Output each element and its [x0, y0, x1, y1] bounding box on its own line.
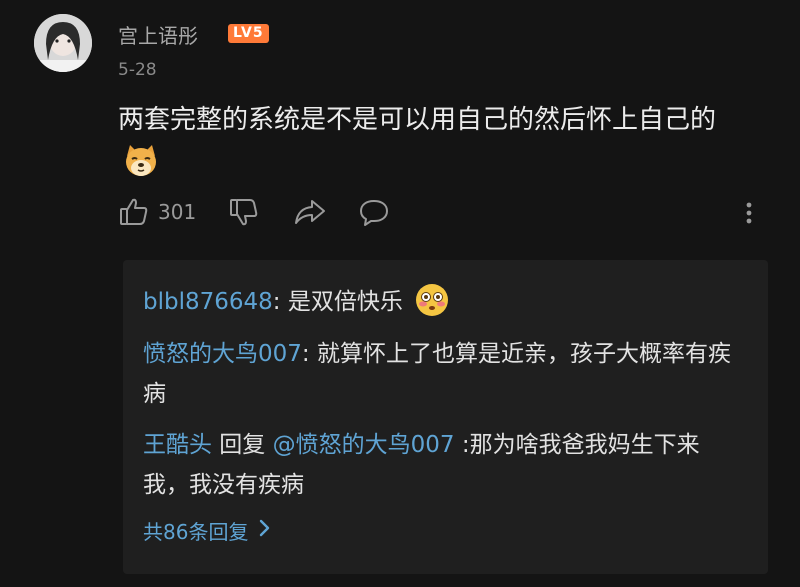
reply-username[interactable]: 愤怒的大鸟007 — [143, 341, 302, 367]
reply-separator: : — [301, 341, 317, 367]
share-icon — [293, 196, 327, 228]
more-replies-label: 共86条回复 — [143, 520, 249, 544]
reply-item[interactable]: blbl876648: 是双倍快乐 — [143, 282, 743, 331]
flushed-emoji-icon — [414, 282, 450, 331]
comment-text: 两套完整的系统是不是可以用自己的然后怀上自己的 — [118, 105, 717, 135]
reply-item[interactable]: 愤怒的大鸟007: 就算怀上了也算是近亲，孩子大概率有疾病 — [143, 334, 743, 414]
reply-separator: : — [272, 289, 288, 315]
comment-date: 5-28 — [118, 60, 157, 80]
reply-text: 是双倍快乐 — [287, 289, 403, 315]
reply-username[interactable]: 王酷头 — [143, 432, 212, 458]
doge-emoji-icon — [122, 142, 160, 180]
chevron-right-icon — [258, 518, 270, 543]
comment-icon — [358, 196, 390, 228]
more-vertical-icon — [738, 196, 760, 228]
like-button[interactable]: 301 — [118, 196, 196, 228]
share-button[interactable] — [293, 196, 327, 228]
reply-mention[interactable]: @愤怒的大鸟007 — [273, 432, 455, 458]
reply-list: blbl876648: 是双倍快乐 愤怒的大鸟007: 就算怀上了也算是近亲，孩… — [123, 260, 768, 574]
reply-word: 回复 — [212, 432, 273, 458]
thumbs-down-icon — [228, 196, 260, 228]
comment-actions: 301 — [0, 196, 800, 240]
reply-button[interactable] — [358, 196, 390, 228]
comment-username[interactable]: 宫上语彤 — [118, 20, 198, 49]
reply-separator: : — [454, 432, 470, 458]
reply-username[interactable]: blbl876648 — [143, 289, 273, 315]
dislike-button[interactable] — [228, 196, 260, 228]
like-count: 301 — [158, 200, 197, 224]
view-more-replies[interactable]: 共86条回复 — [143, 516, 270, 545]
more-options-button[interactable] — [738, 196, 760, 228]
reply-item[interactable]: 王酷头 回复 @愤怒的大鸟007 :那为啥我爸我妈生下来我，我没有疾病 — [143, 425, 743, 505]
level-badge: LV5 — [228, 24, 269, 43]
thumbs-up-icon — [118, 196, 150, 228]
avatar[interactable] — [34, 14, 92, 72]
